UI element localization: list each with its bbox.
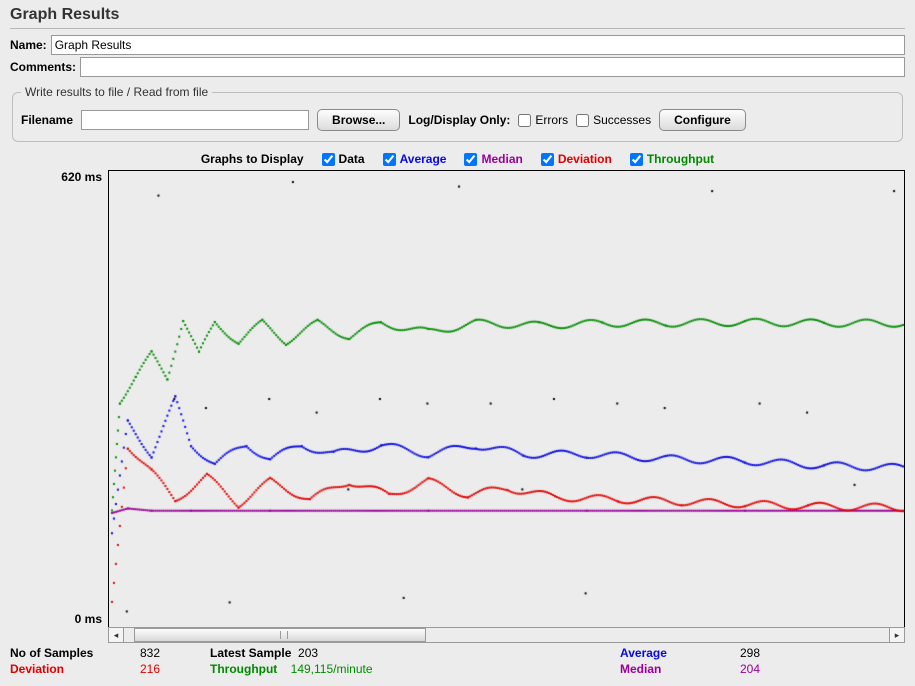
browse-button[interactable]: Browse... (317, 109, 400, 131)
configure-button[interactable]: Configure (659, 109, 746, 131)
median-label: Median (620, 662, 740, 676)
average-value: 298 (740, 646, 800, 660)
toggle-deviation[interactable] (541, 153, 554, 166)
latest-label: Latest Sample (210, 646, 291, 660)
successes-label: Successes (593, 113, 651, 127)
toggle-data-label: Data (339, 152, 365, 166)
toggle-deviation-label: Deviation (558, 152, 612, 166)
deviation-value: 216 (140, 662, 210, 676)
errors-checkbox[interactable] (518, 114, 531, 127)
divider (10, 28, 905, 29)
h-scrollbar[interactable]: ◂ ▸ (108, 628, 905, 642)
y-min-label: 0 ms (75, 612, 102, 626)
scroll-thumb[interactable] (134, 628, 426, 642)
name-row: Name: (10, 35, 905, 55)
stats-bar: No of Samples 832 Latest Sample 203 Aver… (10, 646, 905, 676)
file-legend: Write results to file / Read from file (21, 85, 212, 99)
scroll-track[interactable] (124, 627, 889, 643)
toggle-median-label: Median (481, 152, 522, 166)
median-value: 204 (740, 662, 800, 676)
deviation-label: Deviation (10, 662, 140, 676)
logdisplay-label: Log/Display Only: (408, 113, 510, 127)
graph-area: 620 ms 0 ms ◂ ▸ (10, 170, 905, 642)
comments-label: Comments: (10, 60, 76, 74)
errors-label: Errors (535, 113, 568, 127)
filename-label: Filename (21, 113, 73, 127)
filename-input[interactable] (81, 110, 309, 130)
successes-checkbox[interactable] (576, 114, 589, 127)
page-title: Graph Results (10, 6, 905, 24)
toggle-throughput[interactable] (630, 153, 643, 166)
toggle-average[interactable] (383, 153, 396, 166)
graph-results-panel: Graph Results Name: Comments: Write resu… (0, 0, 915, 682)
toggle-throughput-label: Throughput (647, 152, 714, 166)
y-axis-labels: 620 ms 0 ms (10, 170, 108, 626)
average-label: Average (620, 646, 740, 660)
scroll-left-arrow[interactable]: ◂ (108, 627, 124, 643)
latest-value: 203 (298, 646, 318, 660)
scroll-right-arrow[interactable]: ▸ (889, 627, 905, 643)
name-label: Name: (10, 38, 47, 52)
throughput-label: Throughput (210, 662, 277, 676)
graphs-to-display-label: Graphs to Display (201, 152, 304, 166)
y-max-label: 620 ms (61, 170, 102, 184)
series-toggles: Graphs to Display Data Average Median De… (10, 152, 905, 166)
toggle-data[interactable] (322, 153, 335, 166)
throughput-value: 149,115/minute (291, 662, 373, 676)
toggle-average-label: Average (400, 152, 447, 166)
file-fieldset: Write results to file / Read from file F… (12, 85, 903, 142)
comments-row: Comments: (10, 57, 905, 77)
toggle-median[interactable] (464, 153, 477, 166)
samples-label: No of Samples (10, 646, 140, 660)
graph-canvas (108, 170, 905, 628)
name-input[interactable] (51, 35, 905, 55)
samples-value: 832 (140, 646, 210, 660)
comments-input[interactable] (80, 57, 905, 77)
